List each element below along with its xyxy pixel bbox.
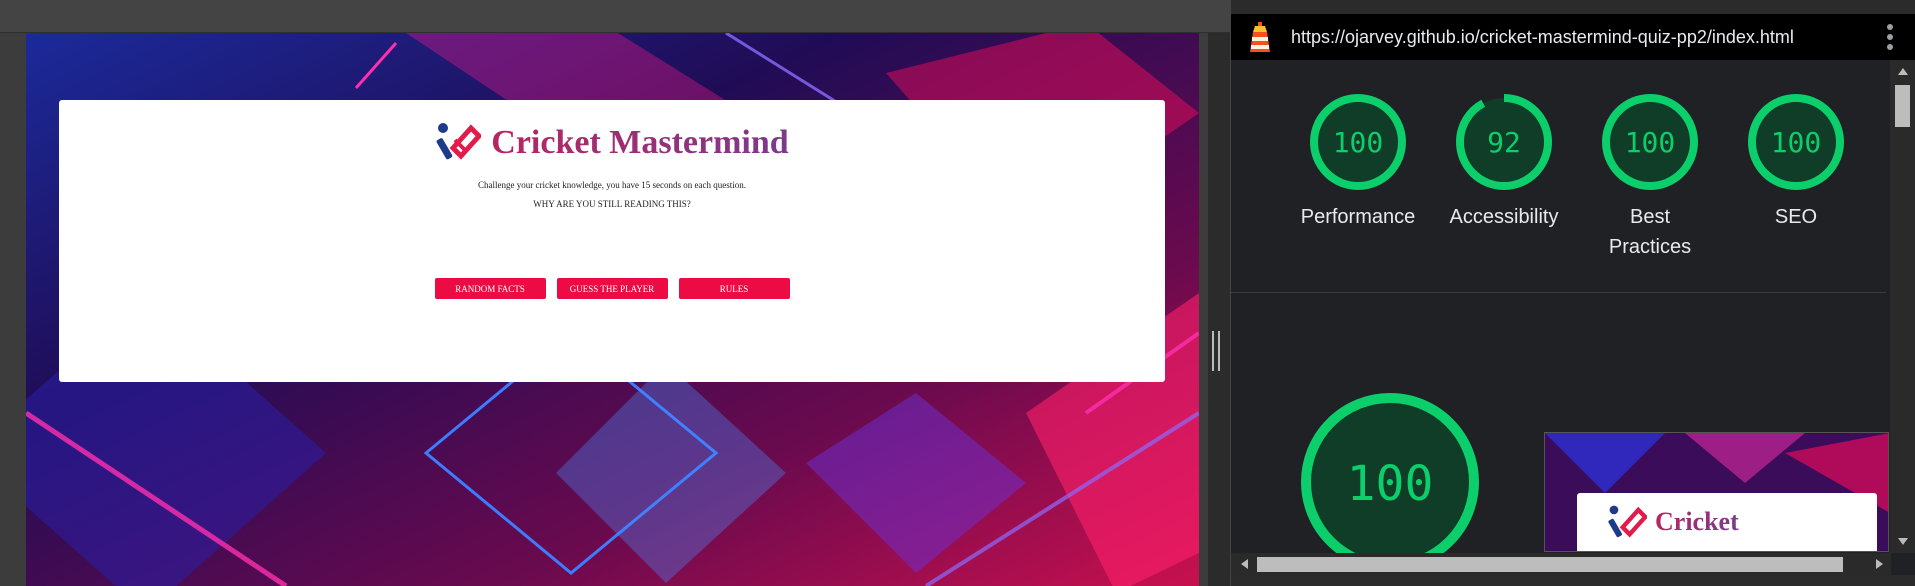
rules-button[interactable]: RULES (678, 278, 790, 299)
random-facts-button[interactable]: RANDOM FACTS (434, 278, 546, 299)
gauge-accessibility[interactable]: 92 Accessibility (1431, 92, 1577, 232)
gauge-label: Performance (1300, 206, 1416, 228)
report-url[interactable]: https://ojarvey.github.io/cricket-master… (1291, 27, 1794, 48)
horizontal-scrollbar[interactable] (1231, 553, 1891, 575)
cricket-logo-icon (436, 123, 482, 160)
gauge-seo[interactable]: 100 SEO (1723, 92, 1869, 232)
horizontal-scroll-thumb[interactable] (1257, 557, 1843, 572)
gauge-score: 100 (1333, 126, 1384, 159)
vertical-scroll-thumb[interactable] (1895, 85, 1910, 127)
splitter-grip-icon[interactable] (1212, 331, 1220, 371)
scroll-right-icon[interactable] (1876, 559, 1883, 569)
gauge-score: 92 (1487, 126, 1521, 159)
gauge-label: Accessibility (1449, 206, 1559, 228)
vertical-scrollbar[interactable] (1890, 60, 1915, 553)
panel-top-strip (1231, 0, 1915, 14)
gauge-score: 100 (1625, 126, 1676, 159)
cricket-logo-icon (1608, 505, 1647, 538)
scroll-up-icon[interactable] (1898, 68, 1908, 75)
intro-line-1: Challenge your cricket knowledge, you ha… (478, 180, 746, 190)
thumbnail-card: Cricket (1577, 493, 1877, 551)
gauge-ring: 100 (1602, 94, 1698, 190)
page-viewport: Cricket Mastermind Challenge your cricke… (26, 33, 1199, 586)
scroll-left-icon[interactable] (1241, 559, 1248, 569)
overall-score-gauge: 100 (1301, 393, 1479, 571)
intro-text: Challenge your cricket knowledge, you ha… (59, 176, 1165, 214)
gauge-performance[interactable]: 100 Performance (1285, 92, 1431, 232)
site-title: Cricket Mastermind (491, 124, 789, 161)
menu-buttons: RANDOM FACTS GUESS THE PLAYER RULES (59, 278, 1165, 299)
score-gauges: 100 Performance 92 Accessibility 100 Bes… (1231, 60, 1886, 293)
scroll-down-icon[interactable] (1898, 538, 1908, 545)
overall-score: 100 (1347, 456, 1434, 512)
intro-card: Cricket Mastermind Challenge your cricke… (59, 100, 1165, 382)
gauge-label: SEO (1774, 206, 1818, 228)
gauge-label: Best Practices (1608, 206, 1692, 258)
kebab-menu-icon[interactable] (1887, 24, 1893, 50)
gauge-ring: 100 (1748, 94, 1844, 190)
lighthouse-icon (1250, 22, 1270, 52)
gauge-best-practices[interactable]: 100 Best Practices (1577, 92, 1723, 262)
gauge-ring: 100 (1310, 94, 1406, 190)
site-header: Cricket Mastermind (59, 120, 1165, 166)
pane-splitter[interactable] (1208, 33, 1230, 586)
report-url-bar: https://ojarvey.github.io/cricket-master… (1231, 14, 1915, 60)
thumbnail-title: Cricket (1655, 507, 1739, 536)
panel-bottom-strip (1231, 575, 1915, 586)
top-toolbar-strip (0, 0, 1230, 33)
lighthouse-panel: https://ojarvey.github.io/cricket-master… (1230, 0, 1915, 586)
page-thumbnail[interactable]: Cricket (1544, 432, 1889, 552)
gauge-ring: 92 (1456, 94, 1552, 190)
gauge-score: 100 (1771, 126, 1822, 159)
screen: Cricket Mastermind Challenge your cricke… (0, 0, 1915, 586)
guess-the-player-button[interactable]: GUESS THE PLAYER (556, 278, 668, 299)
intro-line-2: WHY ARE YOU STILL READING THIS? (533, 199, 691, 209)
